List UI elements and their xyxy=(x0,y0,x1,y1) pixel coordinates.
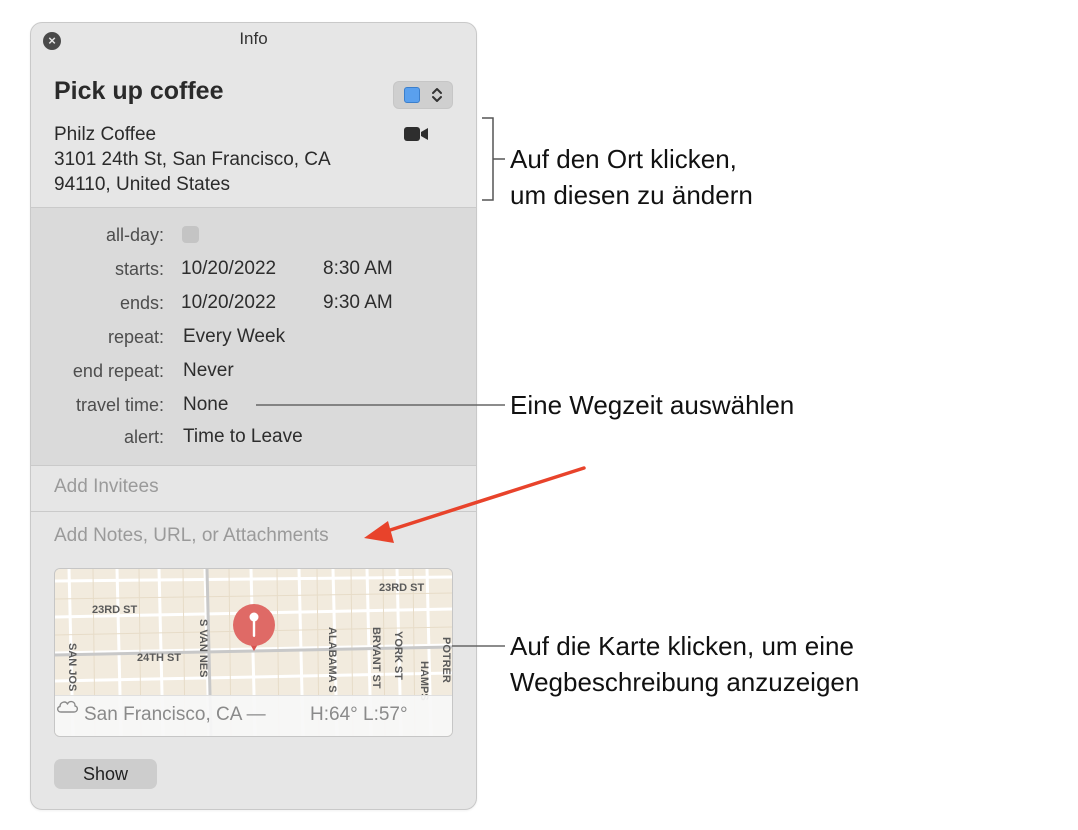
callout-map-line1: Auf die Karte klicken, um eine xyxy=(510,631,854,661)
callout-map-line2: Wegbeschreibung anzuzeigen xyxy=(510,667,860,697)
location-bracket xyxy=(482,117,494,201)
callout-location-line2: um diesen zu ändern xyxy=(510,180,753,210)
red-arrow xyxy=(364,466,586,543)
callout-travel: Eine Wegzeit auswählen xyxy=(510,390,795,420)
callout-map: Auf die Karte klicken, um eine Wegbeschr… xyxy=(510,628,859,700)
callout-location-line1: Auf den Ort klicken, xyxy=(510,144,737,174)
callout-location: Auf den Ort klicken, um diesen zu ändern xyxy=(510,141,753,213)
